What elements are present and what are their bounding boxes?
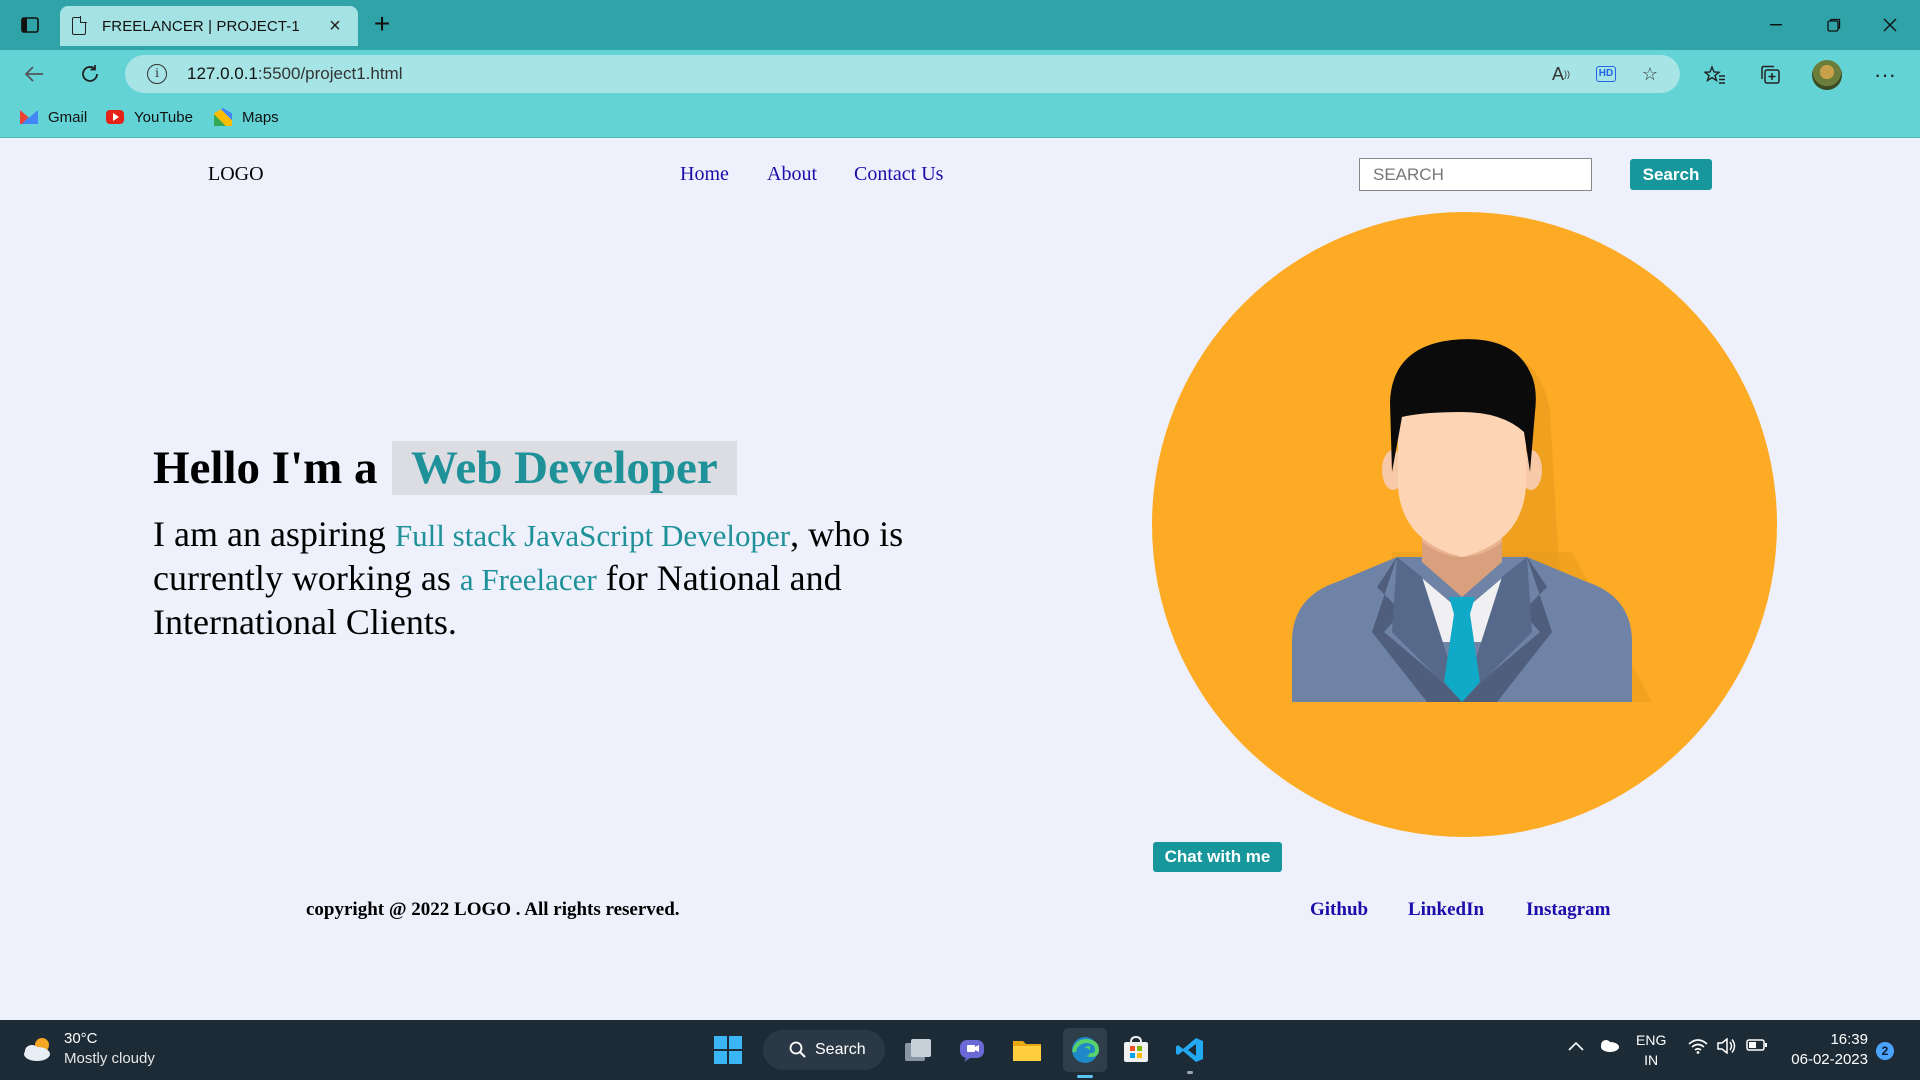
more-options-icon[interactable]: ··· [1870, 60, 1900, 90]
browser-tab[interactable]: FREELANCER | PROJECT-1 × [60, 6, 358, 46]
search-input[interactable] [1359, 158, 1592, 191]
task-view-icon[interactable] [900, 1032, 936, 1068]
profile-avatar[interactable] [1812, 60, 1842, 90]
clock-date: 06-02-2023 [1791, 1051, 1868, 1068]
minimize-icon[interactable] [1756, 10, 1796, 40]
bookmark-youtube[interactable]: YouTube [106, 106, 193, 128]
copyright-text: copyright @ 2022 LOGO . All rights reser… [306, 899, 680, 920]
github-link[interactable]: Github [1310, 899, 1368, 921]
chat-with-me-button[interactable]: Chat with me [1153, 842, 1282, 872]
windows-taskbar: 30°C Mostly cloudy Search ENG IN 16:39 0… [0, 1020, 1920, 1080]
back-arrow-icon[interactable] [16, 58, 52, 90]
show-hidden-icons[interactable] [1568, 1038, 1584, 1056]
bookmark-gmail[interactable]: Gmail [20, 106, 87, 128]
hero-title: Hello I'm a [153, 442, 378, 494]
system-clock[interactable]: 16:39 06-02-2023 [1788, 1030, 1868, 1070]
freelancer-accent: a Freelacer [459, 562, 597, 597]
maps-icon [214, 108, 232, 126]
hero-description: I am an aspiring Full stack JavaScript D… [153, 514, 904, 642]
search-button[interactable]: Search [1630, 159, 1712, 190]
battery-icon[interactable] [1746, 1038, 1768, 1057]
notification-badge[interactable]: 2 [1876, 1042, 1894, 1060]
favorites-icon[interactable] [1700, 60, 1730, 90]
bookmark-label: Maps [242, 108, 279, 126]
tab-actions-icon[interactable] [16, 12, 44, 38]
gmail-icon [20, 110, 38, 124]
clock-time: 16:39 [1830, 1031, 1868, 1048]
close-tab-icon[interactable]: × [324, 16, 346, 36]
language-indicator[interactable]: ENG IN [1636, 1030, 1666, 1070]
developer-avatar-illustration [1152, 212, 1777, 837]
collections-icon[interactable] [1755, 60, 1785, 90]
browser-tab-bar: FREELANCER | PROJECT-1 × + [0, 0, 1920, 50]
search-label: Search [815, 1041, 866, 1058]
address-bar[interactable]: i 127.0.0.1:5500/project1.html A)) HD ☆ [125, 55, 1680, 93]
region-code: IN [1644, 1052, 1659, 1068]
restore-icon[interactable] [1814, 10, 1854, 40]
add-favorite-icon[interactable]: ☆ [1638, 62, 1662, 86]
bookmark-label: Gmail [48, 108, 88, 126]
role-accent: Full stack JavaScript Developer [394, 518, 791, 553]
weather-temp[interactable]: 30°C [64, 1030, 98, 1047]
hd-video-icon[interactable]: HD [1594, 62, 1618, 86]
taskbar-search[interactable]: Search [763, 1030, 885, 1070]
language-code: ENG [1636, 1032, 1667, 1048]
webpage: LOGO Home About Contact Us Search Hello … [0, 139, 1920, 1020]
weather-desc[interactable]: Mostly cloudy [64, 1050, 155, 1067]
volume-icon[interactable] [1716, 1037, 1736, 1059]
start-windows-icon[interactable] [710, 1032, 746, 1068]
new-tab-icon[interactable]: + [370, 10, 394, 38]
close-window-icon[interactable] [1870, 10, 1910, 40]
wifi-icon[interactable] [1688, 1038, 1708, 1059]
edge-browser-icon[interactable] [1063, 1028, 1107, 1078]
page-icon [72, 16, 87, 35]
site-info-icon[interactable]: i [147, 64, 167, 84]
search-icon [789, 1041, 806, 1058]
microsoft-store-icon[interactable] [1118, 1032, 1154, 1068]
url-text[interactable]: 127.0.0.1:5500/project1.html [187, 64, 403, 84]
site-logo[interactable]: LOGO [208, 163, 264, 186]
bookmarks-bar: Gmail YouTube Maps [0, 98, 1920, 138]
youtube-icon [106, 110, 124, 124]
bookmark-label: YouTube [134, 108, 193, 126]
read-aloud-icon[interactable]: A)) [1549, 62, 1573, 86]
bookmark-maps[interactable]: Maps [214, 106, 279, 128]
nav-contact-link[interactable]: Contact Us [854, 163, 943, 186]
weather-cloudy-icon[interactable] [22, 1036, 56, 1062]
tab-title: FREELANCER | PROJECT-1 [102, 17, 300, 35]
instagram-link[interactable]: Instagram [1526, 899, 1610, 921]
onedrive-icon[interactable] [1598, 1038, 1620, 1057]
refresh-icon[interactable] [72, 58, 108, 90]
browser-toolbar: i 127.0.0.1:5500/project1.html A)) HD ☆ … [0, 50, 1920, 98]
nav-home-link[interactable]: Home [680, 163, 729, 186]
hero-title-highlight: Web Developer [392, 441, 737, 495]
nav-about-link[interactable]: About [767, 163, 817, 186]
linkedin-link[interactable]: LinkedIn [1408, 899, 1484, 921]
file-explorer-icon[interactable] [1009, 1032, 1045, 1068]
vscode-icon[interactable] [1172, 1032, 1208, 1074]
teams-chat-icon[interactable] [954, 1032, 990, 1068]
